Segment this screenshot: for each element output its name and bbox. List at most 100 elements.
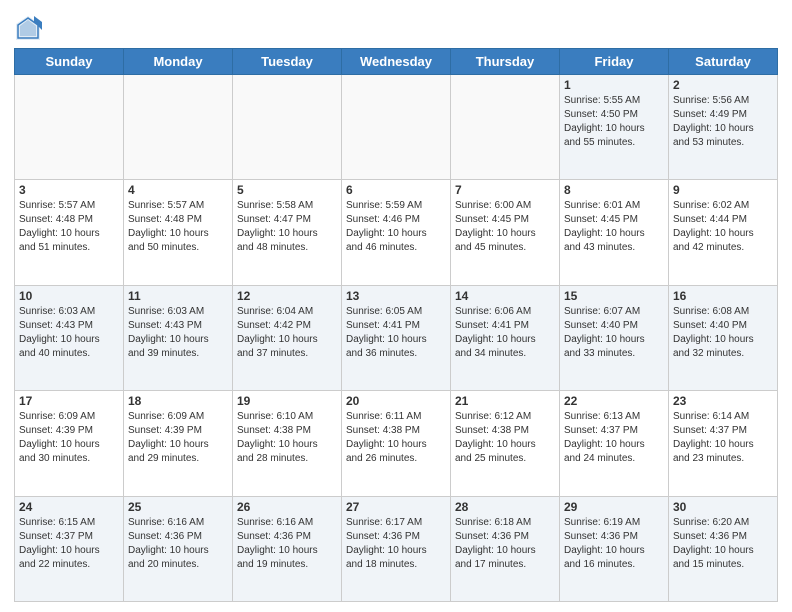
- day-number: 30: [673, 500, 773, 514]
- calendar-cell: 14 Sunrise: 6:06 AM Sunset: 4:41 PM Dayli…: [451, 285, 560, 390]
- day-number: 22: [564, 394, 664, 408]
- day-number: 16: [673, 289, 773, 303]
- day-info: Sunrise: 6:10 AM Sunset: 4:38 PM Dayligh…: [237, 410, 337, 466]
- calendar-cell: 23 Sunrise: 6:14 AM Sunset: 4:37 PM Dayli…: [669, 391, 778, 496]
- calendar-cell: 25Sunrise: 6:16 AM Sunset: 4:36 PM Dayli…: [124, 496, 233, 601]
- day-number: 27: [346, 500, 446, 514]
- day-number: 15: [564, 289, 664, 303]
- day-number: 11: [128, 289, 228, 303]
- calendar-cell: 9 Sunrise: 6:02 AM Sunset: 4:44 PM Daylig…: [669, 180, 778, 285]
- day-number: 19: [237, 394, 337, 408]
- day-info: Sunrise: 6:05 AM Sunset: 4:41 PM Dayligh…: [346, 305, 446, 361]
- day-info: Sunrise: 6:09 AM Sunset: 4:39 PM Dayligh…: [128, 410, 228, 466]
- calendar-cell: 17Sunrise: 6:09 AM Sunset: 4:39 PM Dayli…: [15, 391, 124, 496]
- calendar-cell: [124, 75, 233, 180]
- day-info: Sunrise: 6:03 AM Sunset: 4:43 PM Dayligh…: [128, 305, 228, 361]
- day-info: Sunrise: 6:17 AM Sunset: 4:36 PM Dayligh…: [346, 516, 446, 572]
- calendar-cell: 10 Sunrise: 6:03 AM Sunset: 4:43 PM Dayli…: [15, 285, 124, 390]
- day-number: 3: [19, 183, 119, 197]
- calendar-cell: 20 Sunrise: 6:11 AM Sunset: 4:38 PM Dayli…: [342, 391, 451, 496]
- day-number: 29: [564, 500, 664, 514]
- calendar-cell: 6 Sunrise: 5:59 AM Sunset: 4:46 PM Daylig…: [342, 180, 451, 285]
- day-number: 6: [346, 183, 446, 197]
- day-info: Sunrise: 6:04 AM Sunset: 4:42 PM Dayligh…: [237, 305, 337, 361]
- calendar-cell: 7 Sunrise: 6:00 AM Sunset: 4:45 PM Daylig…: [451, 180, 560, 285]
- calendar-cell: 3 Sunrise: 5:57 AM Sunset: 4:48 PM Daylig…: [15, 180, 124, 285]
- day-info: Sunrise: 5:55 AM Sunset: 4:50 PM Dayligh…: [564, 94, 664, 150]
- day-number: 28: [455, 500, 555, 514]
- calendar-cell: 28Sunrise: 6:18 AM Sunset: 4:36 PM Dayli…: [451, 496, 560, 601]
- calendar-cell: 11 Sunrise: 6:03 AM Sunset: 4:43 PM Dayli…: [124, 285, 233, 390]
- day-info: Sunrise: 5:57 AM Sunset: 4:48 PM Dayligh…: [19, 199, 119, 255]
- calendar-cell: 18Sunrise: 6:09 AM Sunset: 4:39 PM Dayli…: [124, 391, 233, 496]
- day-number: 17: [19, 394, 119, 408]
- calendar-cell: 27 Sunrise: 6:17 AM Sunset: 4:36 PM Dayli…: [342, 496, 451, 601]
- calendar-cell: 30Sunrise: 6:20 AM Sunset: 4:36 PM Dayli…: [669, 496, 778, 601]
- calendar-header-sunday: Sunday: [15, 49, 124, 75]
- day-number: 8: [564, 183, 664, 197]
- calendar-cell: [15, 75, 124, 180]
- calendar-header-monday: Monday: [124, 49, 233, 75]
- logo: [14, 14, 46, 42]
- calendar-cell: 5 Sunrise: 5:58 AM Sunset: 4:47 PM Daylig…: [233, 180, 342, 285]
- calendar-cell: 29 Sunrise: 6:19 AM Sunset: 4:36 PM Dayli…: [560, 496, 669, 601]
- day-info: Sunrise: 6:02 AM Sunset: 4:44 PM Dayligh…: [673, 199, 773, 255]
- calendar-header-thursday: Thursday: [451, 49, 560, 75]
- day-info: Sunrise: 5:58 AM Sunset: 4:47 PM Dayligh…: [237, 199, 337, 255]
- calendar-cell: 2Sunrise: 5:56 AM Sunset: 4:49 PM Daylig…: [669, 75, 778, 180]
- logo-icon: [14, 14, 42, 42]
- day-number: 12: [237, 289, 337, 303]
- calendar-cell: 8 Sunrise: 6:01 AM Sunset: 4:45 PM Daylig…: [560, 180, 669, 285]
- day-info: Sunrise: 6:14 AM Sunset: 4:37 PM Dayligh…: [673, 410, 773, 466]
- day-info: Sunrise: 6:11 AM Sunset: 4:38 PM Dayligh…: [346, 410, 446, 466]
- calendar-cell: [451, 75, 560, 180]
- calendar-header-tuesday: Tuesday: [233, 49, 342, 75]
- calendar-cell: 4Sunrise: 5:57 AM Sunset: 4:48 PM Daylig…: [124, 180, 233, 285]
- day-number: 24: [19, 500, 119, 514]
- day-number: 7: [455, 183, 555, 197]
- day-number: 26: [237, 500, 337, 514]
- calendar-week-0: 1 Sunrise: 5:55 AM Sunset: 4:50 PM Daylig…: [15, 75, 778, 180]
- day-number: 20: [346, 394, 446, 408]
- day-info: Sunrise: 6:15 AM Sunset: 4:37 PM Dayligh…: [19, 516, 119, 572]
- calendar-header-row: SundayMondayTuesdayWednesdayThursdayFrid…: [15, 49, 778, 75]
- calendar-week-3: 17 Sunrise: 6:09 AM Sunset: 4:39 PM Dayli…: [15, 391, 778, 496]
- calendar-header-wednesday: Wednesday: [342, 49, 451, 75]
- calendar-cell: [233, 75, 342, 180]
- day-number: 23: [673, 394, 773, 408]
- day-info: Sunrise: 6:19 AM Sunset: 4:36 PM Dayligh…: [564, 516, 664, 572]
- day-number: 13: [346, 289, 446, 303]
- calendar-cell: 24 Sunrise: 6:15 AM Sunset: 4:37 PM Dayli…: [15, 496, 124, 601]
- calendar-week-1: 3 Sunrise: 5:57 AM Sunset: 4:48 PM Daylig…: [15, 180, 778, 285]
- calendar-week-4: 24 Sunrise: 6:15 AM Sunset: 4:37 PM Dayli…: [15, 496, 778, 601]
- calendar-cell: 12 Sunrise: 6:04 AM Sunset: 4:42 PM Dayli…: [233, 285, 342, 390]
- day-info: Sunrise: 6:13 AM Sunset: 4:37 PM Dayligh…: [564, 410, 664, 466]
- day-number: 4: [128, 183, 228, 197]
- day-number: 10: [19, 289, 119, 303]
- calendar-cell: 15 Sunrise: 6:07 AM Sunset: 4:40 PM Dayli…: [560, 285, 669, 390]
- day-number: 9: [673, 183, 773, 197]
- calendar-cell: [342, 75, 451, 180]
- day-info: Sunrise: 6:06 AM Sunset: 4:41 PM Dayligh…: [455, 305, 555, 361]
- day-info: Sunrise: 6:00 AM Sunset: 4:45 PM Dayligh…: [455, 199, 555, 255]
- day-info: Sunrise: 6:01 AM Sunset: 4:45 PM Dayligh…: [564, 199, 664, 255]
- day-info: Sunrise: 6:12 AM Sunset: 4:38 PM Dayligh…: [455, 410, 555, 466]
- calendar-cell: 19 Sunrise: 6:10 AM Sunset: 4:38 PM Dayli…: [233, 391, 342, 496]
- calendar-cell: 26 Sunrise: 6:16 AM Sunset: 4:36 PM Dayli…: [233, 496, 342, 601]
- day-number: 21: [455, 394, 555, 408]
- page-header: [14, 10, 778, 42]
- calendar-header-friday: Friday: [560, 49, 669, 75]
- day-info: Sunrise: 6:07 AM Sunset: 4:40 PM Dayligh…: [564, 305, 664, 361]
- calendar-cell: 16 Sunrise: 6:08 AM Sunset: 4:40 PM Dayli…: [669, 285, 778, 390]
- calendar-week-2: 10 Sunrise: 6:03 AM Sunset: 4:43 PM Dayli…: [15, 285, 778, 390]
- day-info: Sunrise: 6:03 AM Sunset: 4:43 PM Dayligh…: [19, 305, 119, 361]
- day-number: 14: [455, 289, 555, 303]
- day-info: Sunrise: 6:16 AM Sunset: 4:36 PM Dayligh…: [128, 516, 228, 572]
- day-number: 1: [564, 78, 664, 92]
- calendar-cell: 22 Sunrise: 6:13 AM Sunset: 4:37 PM Dayli…: [560, 391, 669, 496]
- day-number: 5: [237, 183, 337, 197]
- day-info: Sunrise: 5:56 AM Sunset: 4:49 PM Dayligh…: [673, 94, 773, 150]
- day-info: Sunrise: 5:59 AM Sunset: 4:46 PM Dayligh…: [346, 199, 446, 255]
- day-info: Sunrise: 6:08 AM Sunset: 4:40 PM Dayligh…: [673, 305, 773, 361]
- day-info: Sunrise: 6:16 AM Sunset: 4:36 PM Dayligh…: [237, 516, 337, 572]
